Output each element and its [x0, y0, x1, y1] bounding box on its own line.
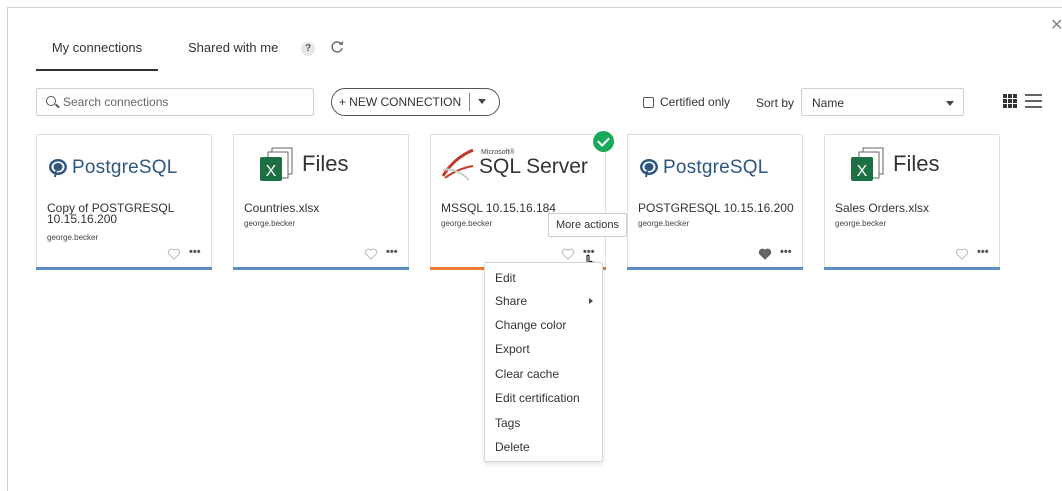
sql-server-icon: [441, 148, 474, 181]
card-owner: george.becker: [47, 233, 99, 242]
elephant-icon: [640, 159, 658, 178]
search-box: [36, 88, 314, 116]
logo-text: SQL Server: [479, 155, 588, 178]
heart-icon[interactable]: [758, 248, 772, 260]
card-title: Sales Orders.xlsx: [835, 201, 930, 215]
connection-card[interactable]: X Files Sales Orders.xlsx george.becker …: [824, 134, 1000, 270]
refresh-icon[interactable]: [330, 40, 344, 57]
sql-server-logo: Microsoft® SQL Server: [439, 147, 588, 181]
more-actions-tooltip: More actions: [548, 213, 627, 237]
new-connection-button[interactable]: + NEW CONNECTION: [332, 89, 468, 115]
card-owner: george.becker: [638, 219, 690, 228]
card-color-bar: [36, 267, 212, 270]
tab-shared-with-me[interactable]: Shared with me: [188, 40, 278, 55]
menu-item-export[interactable]: Export: [485, 338, 602, 360]
card-owner: george.becker: [441, 219, 493, 228]
card-color-bar: [627, 267, 803, 270]
logo-text: Files: [893, 151, 940, 176]
excel-icon: X: [258, 147, 296, 181]
more-actions-menu: Edit Share Change color Export Clear cac…: [484, 262, 603, 462]
svg-text:X: X: [857, 163, 868, 180]
elephant-icon: [49, 159, 67, 178]
files-logo: X Files: [258, 147, 348, 181]
close-icon[interactable]: ✕: [1050, 15, 1062, 35]
excel-icon: X: [849, 147, 887, 181]
certified-only-filter[interactable]: Certified only: [643, 95, 730, 109]
menu-item-share[interactable]: Share: [485, 290, 602, 312]
heart-icon[interactable]: [955, 248, 969, 260]
caret-down-icon: [946, 101, 954, 106]
menu-item-change-color[interactable]: Change color: [485, 314, 602, 336]
menu-item-edit[interactable]: Edit: [485, 267, 602, 289]
menu-item-delete[interactable]: Delete: [485, 436, 602, 458]
connection-card[interactable]: PostgreSQL Copy of POSTGRESQL 10.15.16.2…: [36, 134, 212, 270]
check-circle-icon: [593, 131, 614, 152]
connection-card[interactable]: PostgreSQL POSTGRESQL 10.15.16.200 georg…: [627, 134, 803, 270]
logo-text: PostgreSQL: [72, 157, 178, 178]
tab-label: Shared with me: [188, 40, 279, 55]
certified-only-label: Certified only: [660, 95, 731, 109]
grid-view-icon[interactable]: [1003, 94, 1019, 108]
tab-my-connections[interactable]: My connections: [36, 40, 158, 71]
more-dots-icon[interactable]: •••: [977, 246, 989, 258]
card-color-bar: [233, 267, 409, 270]
sort-by-label: Sort by: [756, 96, 795, 110]
list-view-icon[interactable]: [1025, 94, 1042, 108]
connection-card[interactable]: X Files Countries.xlsx george.becker •••: [233, 134, 409, 270]
card-title: Copy of POSTGRESQL 10.15.16.200: [47, 201, 174, 226]
chevron-down-icon[interactable]: [478, 99, 486, 104]
heart-icon[interactable]: [364, 248, 378, 260]
logo-text: Files: [302, 151, 349, 176]
tab-label: My connections: [51, 40, 143, 55]
files-logo: X Files: [849, 147, 939, 181]
card-title: Countries.xlsx: [244, 201, 320, 215]
heart-icon[interactable]: [167, 248, 181, 260]
certified-only-checkbox[interactable]: [643, 96, 654, 108]
menu-item-clear-cache[interactable]: Clear cache: [485, 363, 602, 385]
postgresql-logo: PostgreSQL: [638, 151, 769, 185]
search-icon: [46, 96, 56, 106]
connection-card[interactable]: Microsoft® SQL Server MSSQL 10.15.16.184…: [430, 134, 606, 270]
card-owner: george.becker: [244, 219, 296, 228]
heart-icon[interactable]: [561, 248, 575, 260]
split-divider: [469, 93, 470, 111]
menu-item-edit-certification[interactable]: Edit certification: [485, 387, 602, 409]
card-title: POSTGRESQL 10.15.16.200: [638, 201, 794, 215]
postgresql-logo: PostgreSQL: [47, 151, 178, 185]
svg-text:X: X: [266, 163, 277, 180]
logo-text: PostgreSQL: [663, 157, 769, 178]
sort-select[interactable]: Name: [801, 88, 964, 116]
more-dots-icon[interactable]: •••: [780, 246, 792, 258]
new-connection-split-button: + NEW CONNECTION: [331, 88, 500, 116]
more-dots-icon[interactable]: •••: [386, 246, 398, 258]
sort-value: Name: [812, 96, 845, 110]
card-owner: george.becker: [835, 219, 887, 228]
question-mark-icon[interactable]: ?: [301, 42, 315, 56]
card-color-bar: [824, 267, 1000, 270]
more-dots-icon[interactable]: •••: [189, 246, 201, 258]
menu-item-tags[interactable]: Tags: [485, 412, 602, 434]
chevron-right-icon: [589, 298, 593, 304]
search-input[interactable]: [63, 93, 303, 111]
menu-item-label: Share: [495, 294, 528, 308]
